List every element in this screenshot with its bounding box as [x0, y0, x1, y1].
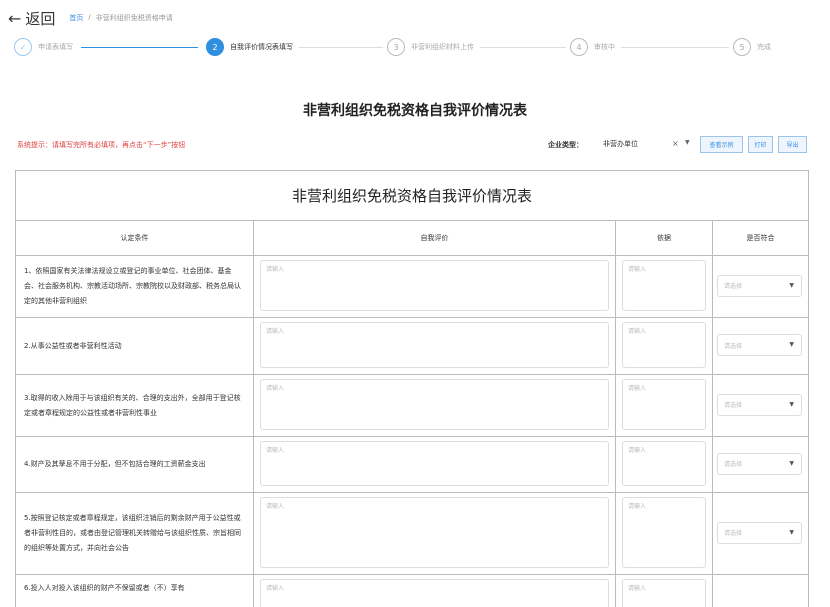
chevron-down-icon: ▼ [789, 528, 794, 536]
condition-text: 5.按照登记核定或者章程规定，该组织注销后的剩余财产用于公益性或者非营利性目的，… [24, 514, 241, 552]
compliant-select[interactable]: 请选择 ▼ [717, 521, 802, 544]
basis-input[interactable]: 请输入 [622, 441, 706, 486]
basis-input[interactable]: 请输入 [622, 260, 706, 311]
self-evaluation-input[interactable]: 请输入 [260, 441, 609, 486]
chevron-down-icon: ▼ [685, 139, 690, 146]
back-arrow-icon: ← [8, 8, 22, 28]
page-title: 非营利组织免税资格自我评价情况表 [303, 103, 527, 119]
chevron-down-icon: ▼ [789, 281, 794, 289]
breadcrumb-current: 非营利组织免税资格申请 [95, 14, 173, 22]
self-evaluation-input[interactable]: 请输入 [260, 579, 609, 607]
breadcrumb: 首页 / 非营利组织免税资格申请 [69, 13, 172, 23]
enterprise-type-value: 非营办单位 [603, 140, 638, 148]
table-row: 3.取得的收入除用于与该组织有关的、合理的支出外，全部用于登记核定或者章程规定的… [16, 375, 808, 437]
step-1-label: 申请表填写 [38, 43, 73, 51]
print-button[interactable]: 打印 [748, 136, 773, 153]
self-evaluation-input[interactable]: 请输入 [260, 260, 609, 311]
view-sample-button[interactable]: 查看示例 [700, 136, 743, 153]
basis-input[interactable]: 请输入 [622, 579, 706, 607]
basis-input[interactable]: 请输入 [622, 497, 706, 568]
enterprise-type-label: 企业类型： [548, 141, 583, 149]
table-header-row: 认定条件 自我评价 依据 是否符合 [16, 221, 808, 256]
condition-text: 2.从事公益性或者非营利性活动 [24, 341, 122, 350]
breadcrumb-separator: / [88, 13, 91, 21]
table-row: 6.投入人对投入该组织的财产不保留或者（不）享有 请输入 请输入 [16, 575, 808, 607]
export-button[interactable]: 导出 [778, 136, 807, 153]
step-connector [621, 46, 729, 48]
step-2: 2 自我评价情况表填写 [206, 38, 293, 56]
breadcrumb-home[interactable]: 首页 [69, 13, 83, 23]
chevron-down-icon: ▼ [789, 459, 794, 467]
system-hint: 系统提示：请填写完所有必填项，再点击“下一步”按钮 [17, 141, 186, 149]
back-label: 返回 [25, 9, 56, 28]
condition-text: 3.取得的收入除用于与该组织有关的、合理的支出外，全部用于登记核定或者章程规定的… [24, 393, 241, 417]
select-placeholder: 请选择 [724, 530, 743, 537]
condition-text: 6.投入人对投入该组织的财产不保留或者（不）享有 [24, 584, 185, 592]
chevron-down-icon: ▼ [789, 341, 794, 348]
step-5-label: 完成 [757, 43, 771, 51]
step-2-label: 自我评价情况表填写 [230, 43, 293, 51]
step-5: 5 完成 [733, 38, 771, 56]
header-basis: 依据 [616, 221, 713, 255]
compliant-select[interactable]: 请选择 ▼ [717, 452, 802, 475]
step-connector [299, 46, 383, 48]
step-connector [81, 46, 198, 48]
condition-text: 1、依照国家有关法律法规设立或登记的事业单位、社会团体、基金会、社会服务机构、宗… [24, 267, 241, 305]
self-evaluation-input[interactable]: 请输入 [260, 497, 609, 568]
compliant-select[interactable]: 请选择 ▼ [717, 393, 802, 416]
evaluation-table: 非营利组织免税资格自我评价情况表 认定条件 自我评价 依据 是否符合 1、依照国… [15, 170, 809, 607]
self-evaluation-input[interactable]: 请输入 [260, 379, 609, 430]
header-self-evaluation: 自我评价 [254, 221, 616, 255]
header-condition: 认定条件 [16, 221, 254, 255]
top-bar: ← 返回 首页 / 非营利组织免税资格申请 [0, 0, 830, 36]
step-4: 4 审核中 [570, 38, 615, 56]
compliant-select[interactable]: 请选择 ▼ [717, 334, 802, 356]
step-5-number: 5 [733, 38, 751, 56]
step-4-label: 审核中 [594, 43, 615, 51]
step-1: ✓ 申请表填写 [14, 38, 73, 56]
condition-text: 4.财产及其孳息不用于分配，但不包括合理的工资薪金支出 [24, 460, 206, 468]
enterprise-type-select[interactable]: 非营办单位 × ▼ [598, 135, 694, 153]
step-3-label: 非营利组织材料上传 [411, 43, 474, 51]
select-placeholder: 请选择 [724, 342, 743, 350]
table-row: 2.从事公益性或者非营利性活动 请输入 请输入 请选择 ▼ [16, 318, 808, 375]
step-3-number: 3 [387, 38, 405, 56]
table-row: 1、依照国家有关法律法规设立或登记的事业单位、社会团体、基金会、社会服务机构、宗… [16, 256, 808, 318]
basis-input[interactable]: 请输入 [622, 379, 706, 430]
step-2-number: 2 [206, 38, 224, 56]
header-compliant: 是否符合 [746, 234, 775, 242]
step-3: 3 非营利组织材料上传 [387, 38, 474, 56]
compliant-select[interactable]: 请选择 ▼ [717, 274, 802, 297]
select-placeholder: 请选择 [724, 461, 743, 468]
table-row: 4.财产及其孳息不用于分配，但不包括合理的工资薪金支出 请输入 请输入 请选择 ▼ [16, 437, 808, 493]
table-row: 5.按照登记核定或者章程规定，该组织注销后的剩余财产用于公益性或者非营利性目的，… [16, 493, 808, 575]
table-title: 非营利组织免税资格自我评价情况表 [16, 171, 808, 221]
select-placeholder: 请选择 [724, 402, 743, 409]
clear-icon[interactable]: × [672, 139, 679, 148]
self-evaluation-input[interactable]: 请输入 [260, 322, 609, 368]
step-4-number: 4 [570, 38, 588, 56]
step-1-check-icon: ✓ [14, 38, 32, 56]
chevron-down-icon: ▼ [789, 400, 794, 408]
select-placeholder: 请选择 [724, 283, 743, 290]
step-progress: ✓ 申请表填写 2 自我评价情况表填写 3 非营利组织材料上传 4 审核中 5 … [14, 36, 820, 58]
step-connector [480, 46, 566, 48]
basis-input[interactable]: 请输入 [622, 322, 706, 368]
back-button[interactable]: ← 返回 [8, 8, 55, 29]
